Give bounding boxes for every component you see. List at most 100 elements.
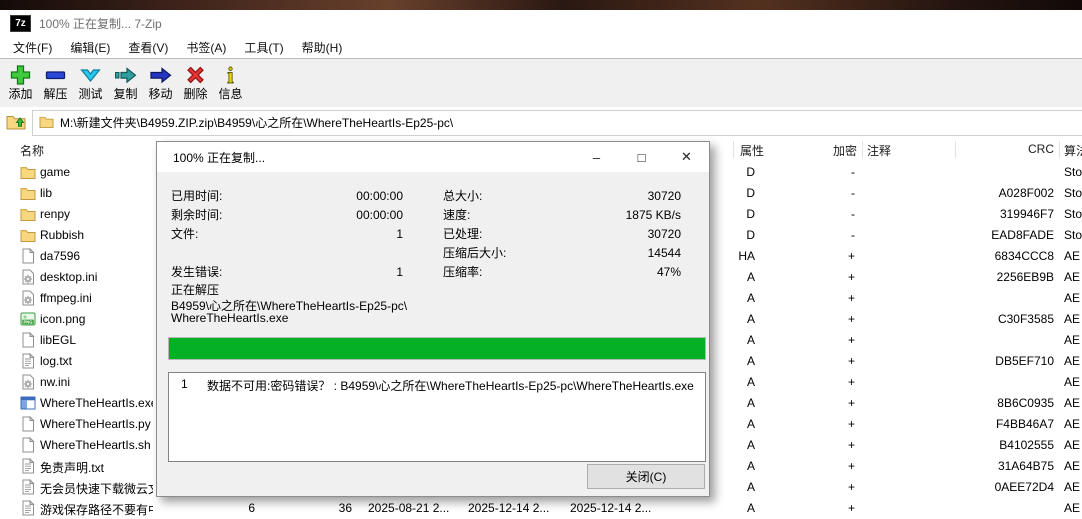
7zip-window: 7z 100% 正在复制... 7-Zip 文件(F) 编辑(E) 查看(V) 书签(… [0, 0, 1082, 519]
file-method: AE [1064, 501, 1081, 515]
column-header-method[interactable]: 算法 [1064, 142, 1082, 159]
file-accessed: 2025-12-14 2... [570, 501, 652, 515]
ini-file-icon [20, 269, 36, 285]
file-name: nw.ini [40, 375, 71, 389]
svg-text:i: i [227, 63, 234, 87]
stat-value: 00:00:00 [356, 208, 403, 222]
close-button[interactable]: 关闭(C) [587, 464, 705, 489]
delete-icon [183, 62, 209, 87]
file-name: WhereTheHeartIs.py [40, 417, 151, 431]
up-one-level-button[interactable] [0, 110, 32, 136]
test-icon [78, 62, 104, 87]
file-enc: - [851, 186, 855, 200]
stat-label: 总大小: [443, 189, 483, 203]
toolbar-add-button[interactable]: 添加 [3, 62, 38, 101]
toolbar-button-label: 删除 [183, 87, 208, 101]
dialog-controls: – □ ✕ [574, 142, 709, 172]
file-attr: A [746, 270, 755, 284]
error-message: 数据不可用:密码错误？ : B4959\心之所在\WhereTheHeartIs… [207, 379, 694, 393]
toolbar-info-button[interactable]: i 信息 [213, 62, 248, 102]
toolbar-button-label: 测试 [78, 87, 103, 101]
column-separator[interactable] [862, 141, 863, 158]
dialog-stats: 已用时间: 00:00:00 总大小: 30720 剩余时间: 00:00:00 速度: 18… [171, 188, 681, 280]
file-crc: 8B6C0935 [997, 396, 1054, 410]
file-crc: 2256EB9B [996, 270, 1054, 284]
file-method: AE [1064, 291, 1081, 305]
file-name: renpy [40, 207, 71, 221]
stat-value: 47% [656, 265, 681, 279]
menu-item[interactable]: 书签(A) [177, 36, 235, 59]
column-header-encrypted[interactable]: 加密 [800, 142, 857, 159]
png-file-icon: PNG [20, 311, 36, 327]
file-attr: A [746, 396, 755, 410]
file-method: Sto [1064, 165, 1082, 179]
address-input[interactable]: M:\新建文件夹\B4959.ZIP.zip\B4959\心之所在\WhereT… [32, 109, 1082, 136]
move-icon [148, 62, 174, 87]
file-enc: + [847, 396, 855, 410]
title-bar: 7z 100% 正在复制... 7-Zip [0, 10, 1082, 36]
window-title: 100% 正在复制... 7-Zip [39, 16, 162, 31]
txt-file-icon [20, 499, 36, 516]
file-attr: D [746, 228, 755, 242]
toolbar-copy-button[interactable]: 复制 [108, 62, 143, 101]
file-attr: A [746, 291, 755, 305]
file-method: Sto [1064, 186, 1082, 200]
stat-value: 1 [396, 227, 403, 241]
file-attr: A [746, 354, 755, 368]
menu-bar: 文件(F) 编辑(E) 查看(V) 书签(A) 工具(T) 帮助(H) [0, 36, 1082, 58]
folder-icon [39, 115, 54, 131]
dialog-minimize-button[interactable]: – [574, 142, 619, 172]
menu-item[interactable]: 编辑(E) [61, 36, 119, 59]
column-separator[interactable] [1059, 141, 1060, 158]
stat-value [283, 245, 403, 261]
file-enc: - [851, 207, 855, 221]
file-attr: A [746, 375, 755, 389]
menu-item[interactable]: 文件(F) [4, 36, 61, 59]
menu-item[interactable]: 帮助(H) [293, 36, 352, 59]
address-path: M:\新建文件夹\B4959.ZIP.zip\B4959\心之所在\WhereT… [60, 116, 454, 130]
toolbar-move-button[interactable]: 移动 [143, 62, 178, 101]
file-attr: D [746, 186, 755, 200]
dialog-title-bar: 100% 正在复制... – □ ✕ [157, 142, 709, 172]
stat-label [171, 245, 283, 261]
7zip-logo-icon: 7z [10, 14, 31, 32]
file-method: AE [1064, 270, 1081, 284]
dialog-title: 100% 正在复制... [173, 150, 266, 165]
stats-gap [403, 245, 443, 261]
stat-label: 已处理: [443, 227, 483, 241]
file-method: AE [1064, 249, 1081, 263]
menu-item[interactable]: 工具(T) [235, 36, 292, 59]
file-crc: EAD8FADE [991, 228, 1054, 242]
file-crc: F4BB46A7 [995, 417, 1054, 431]
error-list[interactable]: 1 数据不可用:密码错误？ : B4959\心之所在\WhereTheHeart… [168, 372, 706, 462]
dialog-maximize-button[interactable]: □ [619, 142, 664, 172]
folder-up-icon [6, 113, 26, 133]
column-header-crc[interactable]: CRC [980, 142, 1054, 156]
stat-label: 发生错误: [171, 265, 223, 279]
file-attr: A [746, 459, 755, 473]
extract-icon [43, 62, 69, 87]
file-method: AE [1064, 438, 1081, 452]
menu-item[interactable]: 查看(V) [119, 36, 177, 59]
txt-file-icon [20, 352, 36, 369]
file-method: AE [1064, 417, 1081, 431]
column-header-name[interactable]: 名称 [20, 142, 44, 159]
toolbar-delete-button[interactable]: 删除 [178, 62, 213, 101]
file-enc: - [851, 228, 855, 242]
add-icon [8, 62, 34, 87]
file-row[interactable]: 游戏保存路径不要有中... 6 36 2025-08-21 2... 2025-12-1… [0, 498, 1082, 519]
file-name: da7596 [40, 249, 81, 263]
dialog-close-button[interactable]: ✕ [664, 142, 709, 172]
file-name: 游戏保存路径不要有中... [40, 503, 153, 517]
column-separator[interactable] [733, 141, 734, 158]
error-row[interactable]: 1 数据不可用:密码错误？ : B4959\心之所在\WhereTheHeart… [169, 377, 705, 394]
column-separator[interactable] [955, 141, 956, 158]
column-header-attr[interactable]: 属性 [740, 142, 764, 159]
stats-gap [403, 188, 443, 204]
column-header-comment[interactable]: 注释 [867, 142, 891, 159]
stat-value: 30720 [647, 227, 681, 241]
stat-label: 剩余时间: [171, 208, 223, 222]
progress-bar [168, 337, 706, 360]
toolbar-extract-button[interactable]: 解压 [38, 62, 73, 101]
toolbar-test-button[interactable]: 测试 [73, 62, 108, 101]
